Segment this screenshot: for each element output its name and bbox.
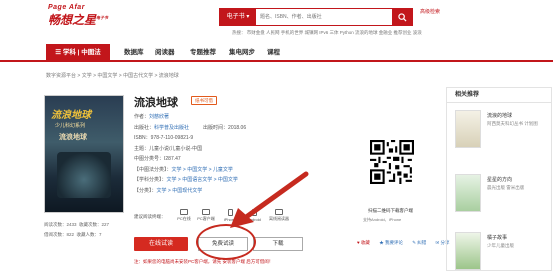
read-modes-label: 建议阅读终端： <box>134 214 166 219</box>
search-input[interactable] <box>256 9 392 25</box>
breadcrumb[interactable]: 数字资源平台 > 文学 > 中国文学 > 中国古代文学 > 流浪地球 <box>46 72 179 79</box>
nav-category-menu[interactable]: ☰ 学科 | 中图法 <box>46 44 110 62</box>
sidebar-heading: 相关推荐 <box>447 88 551 103</box>
related-cover <box>455 174 481 212</box>
main-nav: ☰ 学科 | 中图法 数据库 阅读器 专题推荐 集电网步 课程 <box>0 44 553 62</box>
advanced-search-link[interactable]: 高级检索 <box>420 9 440 15</box>
action-links: ♥ 收藏 ★ 我要评论 ✎ 纠错 ✉ 分享 <box>357 240 458 246</box>
qr-code <box>370 140 414 184</box>
related-item[interactable]: 星星的方向 晨光出版 雷米出版 <box>455 174 551 222</box>
report-error-link[interactable]: ✎ 纠错 <box>412 240 426 246</box>
nav-item-featured[interactable]: 专题推荐 <box>190 44 216 62</box>
comment-link[interactable]: ★ 我要评论 <box>379 240 403 246</box>
cover-subtitle: 少儿科幻系列 <box>55 123 86 129</box>
hot-search-terms[interactable]: 热搜： 市财金盘 人民网 手机的世界 城镇网 IPv6 三体 Python 流浪… <box>232 30 422 36</box>
download-button[interactable]: 下载 <box>253 237 303 251</box>
qr-platforms: 支持Android、iPhone <box>363 217 402 222</box>
book-cover: 流浪地球 少儿科幻系列 流浪地球 <box>44 95 124 213</box>
search-icon <box>397 12 407 22</box>
cover-subtitle-secondary: 流浪地球 <box>59 134 87 141</box>
related-cover <box>455 110 481 148</box>
category-link[interactable]: 文学 > 中国现代文学 <box>157 188 203 194</box>
related-sidebar: 相关推荐 流浪的地球 阿西莫夫科幻丛书 计划图 星星的方向 晨光出版 雷米出版 … <box>446 87 552 271</box>
book-title: 流浪地球 <box>134 97 178 109</box>
availability-badge: 纸书可借 <box>191 96 217 105</box>
related-item[interactable]: 橘子故事 少年儿童出版 <box>455 232 551 271</box>
nav-item-collection[interactable]: 集电网步 <box>229 44 255 62</box>
annotation-arrow <box>230 171 309 228</box>
cover-title: 流浪地球 <box>51 110 91 121</box>
favorite-link[interactable]: ♥ 收藏 <box>357 240 370 246</box>
search-bar: 电子书 ▾ <box>219 8 413 26</box>
desktop-icon <box>202 209 210 215</box>
publisher-link[interactable]: 科学普及出版社 <box>154 125 189 131</box>
qr-caption: 扫描二维码下载客户端 <box>368 208 413 213</box>
cover-illustration <box>57 152 111 198</box>
logo-chinese: 畅想之星电子书 <box>48 13 109 27</box>
search-category-select[interactable]: 电子书 ▾ <box>220 9 256 25</box>
nav-item-courses[interactable]: 课程 <box>267 44 280 62</box>
install-notice: 注：如果您的电脑尚未安装PC客户端，请先 安装客户端 后方可借阅！ <box>134 259 274 264</box>
read-online-button[interactable]: 在线试读 <box>134 237 188 251</box>
related-cover <box>455 232 481 270</box>
book-stats: 阅读次数：2433 收藏次数：227 借阅次数：822 收藏人数：7 <box>44 222 110 237</box>
mode-pc-client[interactable]: PC客户端 <box>195 209 217 222</box>
logo-english: Page Afar <box>48 4 85 11</box>
nav-item-reader[interactable]: 阅读器 <box>155 44 175 62</box>
search-button[interactable] <box>392 9 412 25</box>
related-item[interactable]: 流浪的地球 阿西莫夫科幻丛书 计划图 <box>455 110 551 158</box>
nav-item-database[interactable]: 数据库 <box>124 44 144 62</box>
monitor-icon <box>180 209 188 215</box>
site-logo[interactable]: Page Afar 畅想之星电子书 <box>48 4 118 28</box>
mode-pc-online[interactable]: PC在线 <box>173 209 195 222</box>
author-link[interactable]: 刘慈欣著 <box>149 114 169 120</box>
